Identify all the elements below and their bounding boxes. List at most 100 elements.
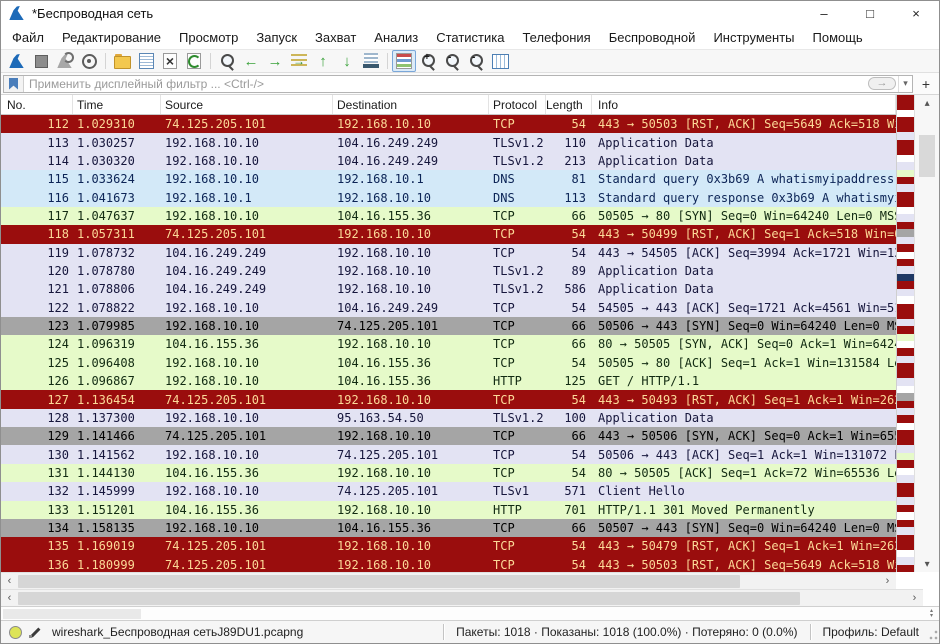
packet-row-117[interactable]: 1171.047637192.168.10.10104.16.155.36TCP… xyxy=(1,207,896,225)
packet-row-112[interactable]: 1121.02931074.125.205.101192.168.10.10TC… xyxy=(1,115,896,133)
zoom-original-button[interactable]: - xyxy=(464,50,488,72)
packet-row-132[interactable]: 1321.145999192.168.10.1074.125.205.101TL… xyxy=(1,482,896,500)
resize-columns-button[interactable] xyxy=(488,50,512,72)
scroll-right-arrow-icon-2[interactable]: › xyxy=(906,590,923,606)
colorize-button[interactable] xyxy=(392,50,416,72)
scroll-up-arrow-icon[interactable]: ▴ xyxy=(915,95,939,111)
capture-comment-icon[interactable] xyxy=(28,625,42,639)
scroll-left-arrow-icon[interactable]: ‹ xyxy=(1,573,18,589)
close-file-button[interactable] xyxy=(158,50,182,72)
packet-row-125[interactable]: 1251.096408192.168.10.10104.16.155.36TCP… xyxy=(1,354,896,372)
packet-row-130[interactable]: 1301.141562192.168.10.1074.125.205.101TC… xyxy=(1,445,896,463)
column-header-info[interactable]: Info xyxy=(592,95,896,114)
menu-item-2[interactable]: Редактирование xyxy=(53,27,170,48)
menu-item-11[interactable]: Помощь xyxy=(804,27,872,48)
go-last-button[interactable]: ↓ xyxy=(335,50,359,72)
maximize-button[interactable]: □ xyxy=(847,1,893,25)
menu-item-6[interactable]: Анализ xyxy=(365,27,427,48)
cell-info: 443 → 54505 [ACK] Seq=3994 Ack=1721 Win=… xyxy=(592,246,896,260)
packet-row-116[interactable]: 1161.041673192.168.10.1192.168.10.10DNS1… xyxy=(1,188,896,206)
menu-item-7[interactable]: Статистика xyxy=(427,27,513,48)
minimize-button[interactable]: – xyxy=(801,1,847,25)
packet-row-113[interactable]: 1131.030257192.168.10.10104.16.249.249TL… xyxy=(1,133,896,151)
menu-item-8[interactable]: Телефония xyxy=(513,27,599,48)
find-packet-button[interactable] xyxy=(215,50,239,72)
packet-row-126[interactable]: 1261.096867192.168.10.10104.16.155.36HTT… xyxy=(1,372,896,390)
cell-len: 54 xyxy=(546,356,592,370)
packet-row-122[interactable]: 1221.078822192.168.10.10104.16.249.249TC… xyxy=(1,299,896,317)
filter-dropdown-caret[interactable]: ▾ xyxy=(898,76,912,92)
display-filter-input[interactable] xyxy=(24,77,868,91)
minimap-stripe xyxy=(897,334,914,341)
filter-bookmark-button[interactable] xyxy=(4,76,24,92)
packet-row-114[interactable]: 1141.030320192.168.10.10104.16.249.249TL… xyxy=(1,152,896,170)
cell-len: 54 xyxy=(546,393,592,407)
menu-item-5[interactable]: Захват xyxy=(306,27,365,48)
start-capture-button[interactable] xyxy=(5,50,29,72)
packet-row-131[interactable]: 1311.144130104.16.155.36192.168.10.10TCP… xyxy=(1,464,896,482)
hscroll-thumb-2[interactable] xyxy=(18,592,800,605)
packet-row-121[interactable]: 1211.078806104.16.249.249192.168.10.10TL… xyxy=(1,280,896,298)
intelligent-scrollbar-minimap[interactable] xyxy=(896,95,914,572)
column-header-src[interactable]: Source xyxy=(161,95,333,114)
packet-row-133[interactable]: 1331.151201104.16.155.36192.168.10.10HTT… xyxy=(1,501,896,519)
profile-selector[interactable]: Профиль: Default xyxy=(815,625,928,639)
packet-row-134[interactable]: 1341.158135192.168.10.10104.16.155.36TCP… xyxy=(1,519,896,537)
menu-item-1[interactable]: Файл xyxy=(3,27,53,48)
vertical-scrollbar-thumb[interactable] xyxy=(919,135,935,177)
packet-row-124[interactable]: 1241.096319104.16.155.36192.168.10.10TCP… xyxy=(1,335,896,353)
cell-len: 54 xyxy=(546,466,592,480)
zoom-out-button[interactable]: - xyxy=(440,50,464,72)
go-back-button[interactable]: ← xyxy=(239,50,263,72)
add-filter-button[interactable]: + xyxy=(917,75,935,93)
column-header-len[interactable]: Length xyxy=(546,95,592,114)
close-button[interactable]: × xyxy=(893,1,939,25)
menu-item-10[interactable]: Инструменты xyxy=(704,27,803,48)
minimap-stripe xyxy=(897,274,914,281)
horizontal-scrollbar-list[interactable]: ‹ › xyxy=(1,572,896,589)
go-first-button[interactable]: ↑ xyxy=(311,50,335,72)
packet-row-128[interactable]: 1281.137300192.168.10.1095.163.54.50TLSv… xyxy=(1,409,896,427)
save-file-button[interactable] xyxy=(134,50,158,72)
packet-row-135[interactable]: 1351.16901974.125.205.101192.168.10.10TC… xyxy=(1,537,896,555)
packet-row-127[interactable]: 1271.13645474.125.205.101192.168.10.10TC… xyxy=(1,390,896,408)
vertical-scrollbar[interactable]: ▴ ▾ xyxy=(914,95,939,572)
scroll-down-arrow-icon[interactable]: ▾ xyxy=(915,556,939,572)
expert-info-icon[interactable] xyxy=(9,626,22,639)
column-header-proto[interactable]: Protocol xyxy=(489,95,546,114)
cell-proto: TCP xyxy=(489,319,546,333)
hscroll-thumb-1[interactable] xyxy=(18,575,740,588)
horizontal-scrollbar-window[interactable]: ‹ › xyxy=(1,589,923,606)
open-file-button[interactable] xyxy=(110,50,134,72)
stop-capture-button[interactable] xyxy=(29,50,53,72)
menu-item-4[interactable]: Запуск xyxy=(247,27,306,48)
cell-dst: 192.168.10.10 xyxy=(333,264,489,278)
pane-spinner[interactable]: ▴ ▾ xyxy=(930,609,933,619)
zoom-in-button[interactable]: + xyxy=(416,50,440,72)
scroll-left-arrow-icon-2[interactable]: ‹ xyxy=(1,590,18,606)
auto-scroll-button[interactable] xyxy=(359,50,383,72)
packet-row-129[interactable]: 1291.14146674.125.205.101192.168.10.10TC… xyxy=(1,427,896,445)
packet-row-118[interactable]: 1181.05731174.125.205.101192.168.10.10TC… xyxy=(1,225,896,243)
column-header-time[interactable]: Time xyxy=(73,95,161,114)
column-header-no[interactable]: No. xyxy=(1,95,73,114)
column-header-dst[interactable]: Destination xyxy=(333,95,489,114)
scroll-right-arrow-icon[interactable]: › xyxy=(879,573,896,589)
go-forward-button[interactable]: → xyxy=(263,50,287,72)
packet-row-136[interactable]: 1361.18099974.125.205.101192.168.10.10TC… xyxy=(1,556,896,572)
capture-options-button[interactable] xyxy=(77,50,101,72)
reload-file-button[interactable] xyxy=(182,50,206,72)
apply-filter-button[interactable]: → xyxy=(868,77,896,90)
cell-no: 122 xyxy=(1,301,73,315)
restart-capture-button[interactable] xyxy=(53,50,77,72)
packet-row-119[interactable]: 1191.078732104.16.249.249192.168.10.10TC… xyxy=(1,244,896,262)
spin-down-icon[interactable]: ▾ xyxy=(930,614,933,619)
go-to-packet-button[interactable]: → xyxy=(287,50,311,72)
packet-row-123[interactable]: 1231.079985192.168.10.1074.125.205.101TC… xyxy=(1,317,896,335)
menu-item-3[interactable]: Просмотр xyxy=(170,27,247,48)
resize-grip[interactable] xyxy=(927,621,939,643)
packet-row-120[interactable]: 1201.078780104.16.249.249192.168.10.10TL… xyxy=(1,262,896,280)
menu-item-9[interactable]: Беспроводной xyxy=(600,27,705,48)
minimap-stripe xyxy=(897,281,914,288)
packet-row-115[interactable]: 1151.033624192.168.10.10192.168.10.1DNS8… xyxy=(1,170,896,188)
